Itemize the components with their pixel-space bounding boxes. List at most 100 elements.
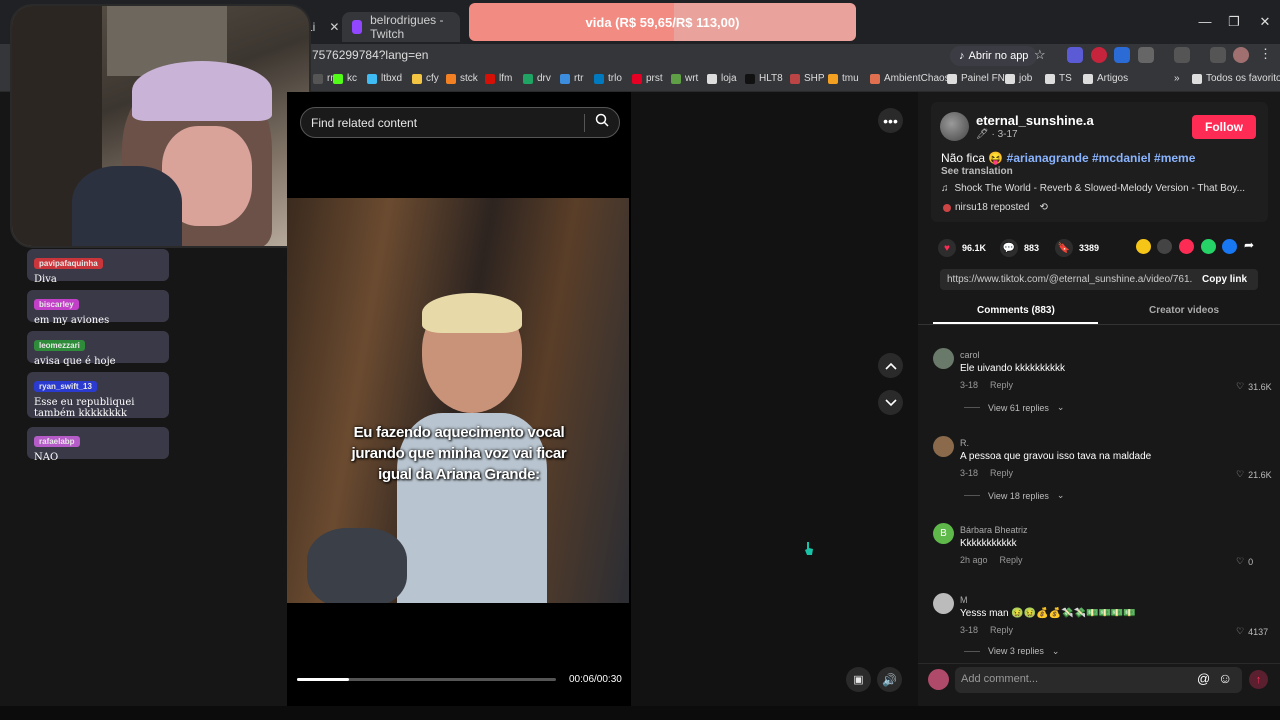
video-frame[interactable]: [287, 198, 629, 603]
tab-creator-videos[interactable]: Creator videos: [1149, 305, 1219, 316]
comment-like-button[interactable]: ♡ 21.6K: [1236, 469, 1272, 480]
like-button[interactable]: ♥ 96.1K: [938, 239, 986, 257]
copy-link-button[interactable]: Copy link: [1192, 274, 1247, 285]
bookmark-item[interactable]: prst: [632, 73, 663, 84]
bookmark-icon: [671, 73, 681, 84]
bookmark-item[interactable]: »: [1160, 73, 1180, 84]
more-options-button[interactable]: •••: [878, 108, 903, 133]
bookmark-item[interactable]: tmu: [828, 73, 859, 84]
bookmark-item[interactable]: SHP: [790, 73, 825, 84]
comment-button[interactable]: 💬 883: [1000, 239, 1039, 257]
next-video-button[interactable]: [878, 390, 903, 415]
view-replies-button[interactable]: View 3 replies ⌄: [964, 647, 1059, 655]
author-username[interactable]: eternal_sunshine.a: [976, 113, 1094, 128]
send-icon[interactable]: [1179, 239, 1194, 254]
bookmark-item[interactable]: stck: [446, 73, 478, 84]
chat-username[interactable]: ryan_swift_13: [34, 381, 97, 392]
reply-button[interactable]: Reply: [990, 380, 1013, 390]
send-comment-button[interactable]: ↑: [1249, 670, 1268, 689]
whatsapp-icon[interactable]: [1201, 239, 1216, 254]
post-caption: Não fica 😝 #arianagrande #mcdaniel #meme: [941, 151, 1195, 165]
comment-text: Kkkkkkkkkkk: [960, 538, 1017, 549]
bookmark-item[interactable]: Todos os favoritos: [1192, 73, 1280, 84]
chat-text: Esse eu republiquei também kkkkkkkk: [34, 397, 135, 419]
chat-username[interactable]: leomezzari: [34, 340, 85, 351]
bookmark-item[interactable]: cfy: [412, 73, 439, 84]
menu-icon[interactable]: [1210, 47, 1226, 63]
comment-author[interactable]: carol: [960, 350, 980, 360]
share-arrow-icon[interactable]: ➦: [1244, 238, 1254, 252]
bookmark-item[interactable]: HLT8: [745, 73, 783, 84]
kebab-menu-icon[interactable]: ⋮: [1259, 46, 1272, 62]
save-button[interactable]: 🔖 3389: [1055, 239, 1099, 257]
comment-avatar[interactable]: [933, 348, 954, 369]
bookmark-item[interactable]: AmbientChaos: [870, 73, 950, 84]
comment-like-button[interactable]: ♡ 31.6K: [1236, 381, 1272, 392]
bookmark-item[interactable]: wrt: [671, 73, 698, 84]
minimize-button[interactable]: —: [1190, 14, 1220, 29]
comment-author[interactable]: Bárbara Bheatriz: [960, 525, 1028, 535]
share-coin-icon[interactable]: [1136, 239, 1151, 254]
close-icon[interactable]: ✕: [329, 20, 339, 34]
comment-avatar[interactable]: [933, 436, 954, 457]
mention-icon[interactable]: @: [1197, 671, 1210, 686]
bookmark-item[interactable]: TS: [1045, 73, 1072, 84]
extension-icon[interactable]: [1174, 47, 1190, 63]
video-link[interactable]: https://www.tiktok.com/@eternal_sunshine…: [940, 274, 1192, 285]
caption-hashtags[interactable]: #arianagrande #mcdaniel #meme: [1007, 151, 1196, 165]
bookmark-item[interactable]: ltbxd: [367, 73, 402, 84]
extension-icon[interactable]: [1091, 47, 1107, 63]
facebook-icon[interactable]: [1222, 239, 1237, 254]
comment-author[interactable]: M: [960, 595, 968, 605]
emoji-icon[interactable]: ☺: [1218, 670, 1232, 686]
chat-username[interactable]: rafaelabp: [34, 436, 80, 447]
bookmark-item[interactable]: lfm: [485, 73, 512, 84]
embed-icon[interactable]: [1157, 239, 1172, 254]
extension-icon[interactable]: [1114, 47, 1130, 63]
author-avatar[interactable]: [940, 112, 969, 141]
previous-video-button[interactable]: [878, 353, 903, 378]
extension-icon[interactable]: [1067, 47, 1083, 63]
star-icon[interactable]: ☆: [1034, 47, 1046, 63]
chat-username[interactable]: biscarley: [34, 299, 79, 310]
view-replies-button[interactable]: View 18 replies ⌄: [964, 490, 1064, 501]
comment-author[interactable]: R.: [960, 438, 969, 448]
tab-comments[interactable]: Comments (883): [977, 305, 1055, 316]
bookmark-item[interactable]: loja: [707, 73, 737, 84]
comment-like-button[interactable]: ♡ 0: [1236, 556, 1253, 567]
follow-button[interactable]: Follow: [1192, 115, 1256, 139]
search-input[interactable]: Find related content: [301, 116, 584, 130]
open-app-button[interactable]: ♪ Abrir no app: [950, 46, 1038, 66]
bookmark-item[interactable]: kc: [333, 73, 357, 84]
close-window-button[interactable]: ✕: [1250, 14, 1280, 30]
bookmark-item[interactable]: drv: [523, 73, 551, 84]
see-translation-link[interactable]: See translation: [941, 166, 1013, 177]
bookmark-item[interactable]: Artigos: [1083, 73, 1128, 84]
bookmark-item[interactable]: rtr: [560, 73, 583, 84]
music-link[interactable]: ♫ Shock The World - Reverb & Slowed-Melo…: [941, 183, 1245, 194]
bookmark-item[interactable]: Painel FN: [947, 73, 1005, 84]
search-icon[interactable]: [585, 113, 619, 132]
search-bar[interactable]: Find related content: [300, 107, 620, 138]
view-replies-button[interactable]: View 61 replies ⌄: [964, 402, 1064, 413]
chat-text: Diva: [34, 274, 57, 285]
maximize-button[interactable]: ❐: [1219, 14, 1249, 30]
volume-button[interactable]: 🔊: [877, 667, 902, 692]
chat-username[interactable]: pavipafaquinha: [34, 258, 103, 269]
video-timecode: 00:06/00:30: [569, 674, 622, 685]
puzzle-icon[interactable]: [1138, 47, 1154, 63]
view-replies-label: View 61 replies: [988, 402, 1049, 413]
reply-button[interactable]: Reply: [1000, 555, 1023, 565]
comment-like-button[interactable]: ♡ 4137: [1236, 626, 1268, 637]
chevron-down-icon: ⌄: [1051, 647, 1060, 655]
reply-button[interactable]: Reply: [990, 468, 1013, 478]
url-field[interactable]: 7576299784?lang=en: [312, 48, 428, 62]
reply-button[interactable]: Reply: [990, 625, 1013, 635]
miniplayer-button[interactable]: ▣: [846, 667, 871, 692]
tab-twitch[interactable]: belrodrigues - Twitch: [342, 12, 460, 42]
bookmark-item[interactable]: job: [1005, 73, 1032, 84]
profile-avatar[interactable]: [1233, 47, 1249, 63]
bookmark-item[interactable]: trlo: [594, 73, 622, 84]
comment-avatar[interactable]: [933, 593, 954, 614]
comment-avatar[interactable]: B: [933, 523, 954, 544]
